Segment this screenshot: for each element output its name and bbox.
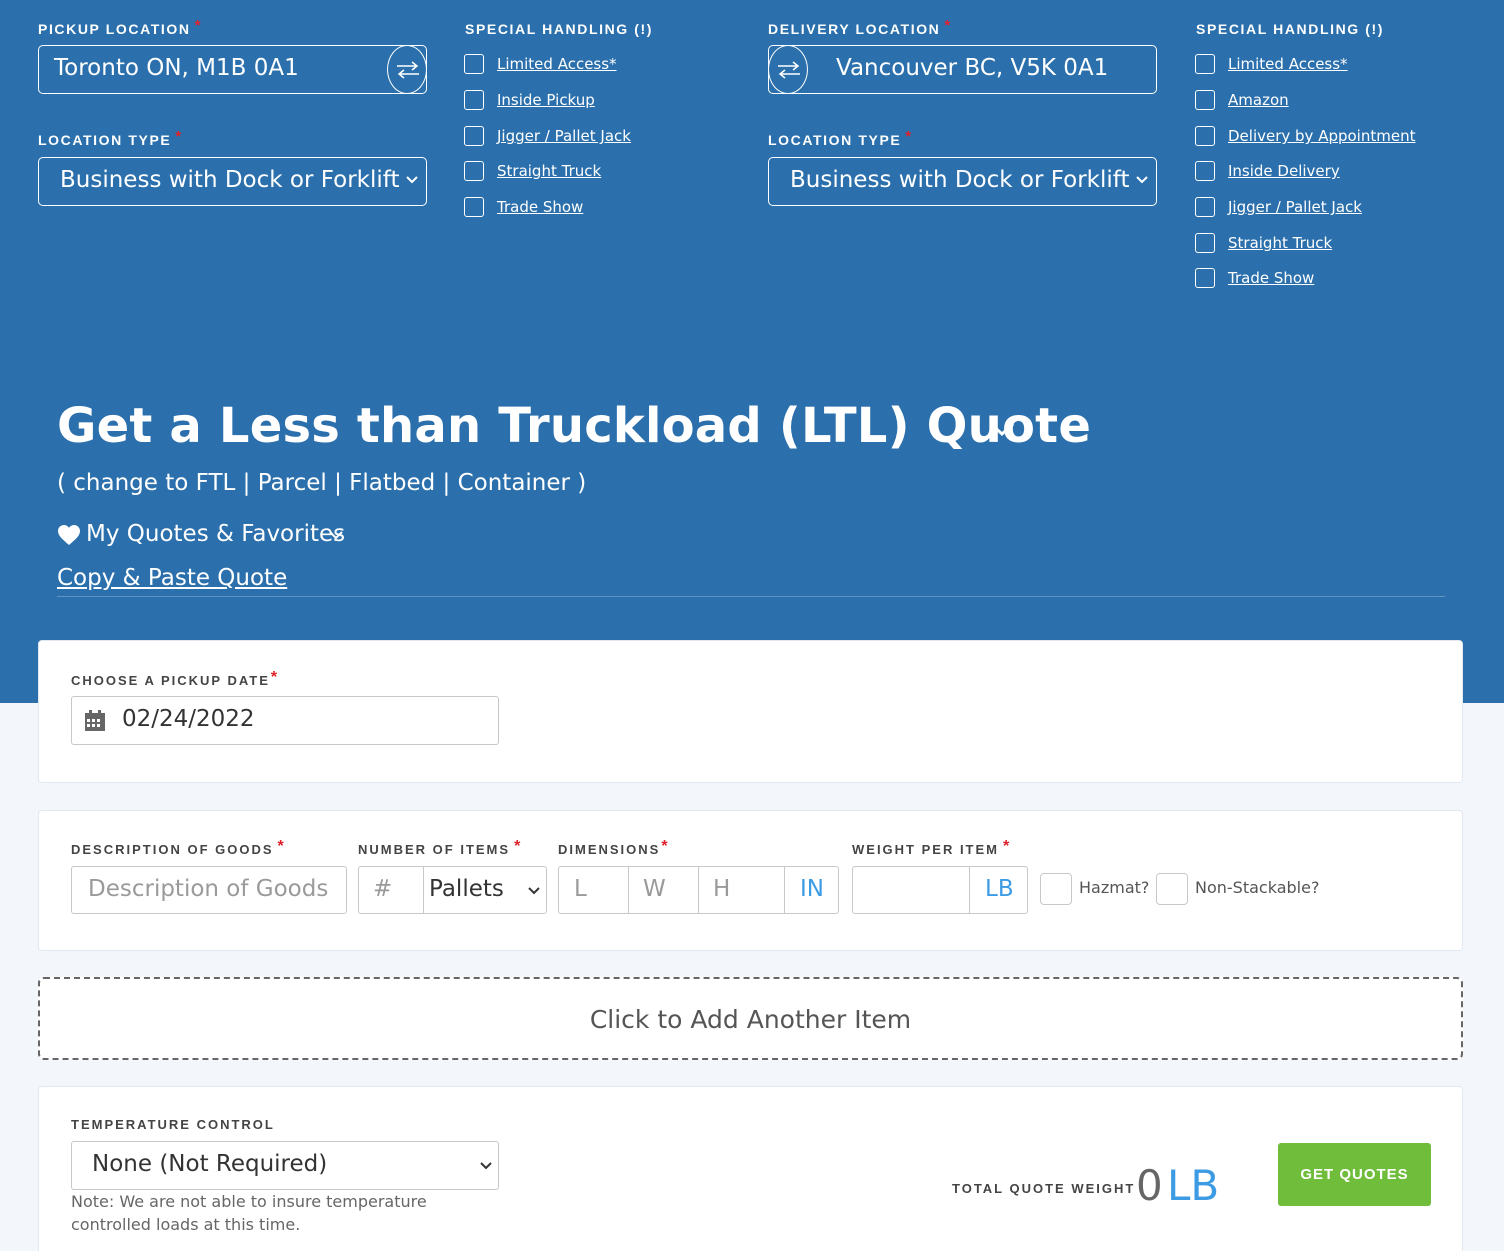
pickup-location-label: PICKUP LOCATION * xyxy=(38,17,203,37)
pickup-special-handling-label: SPECIAL HANDLING (!) xyxy=(465,21,654,37)
checkbox[interactable] xyxy=(1195,233,1215,253)
chevron-down-icon[interactable] xyxy=(329,530,343,540)
my-quotes-favorites-toggle[interactable]: My Quotes & Favorites xyxy=(86,521,345,547)
temperature-note: Note: We are not able to insure temperat… xyxy=(71,1192,427,1234)
chevron-down-icon xyxy=(406,176,418,184)
temperature-value: None (Not Required) xyxy=(92,1151,328,1177)
checkbox[interactable] xyxy=(1195,54,1215,74)
delivery-location-value: Vancouver BC, V5K 0A1 xyxy=(836,55,1109,81)
height-input[interactable]: H xyxy=(713,876,730,902)
checkbox[interactable] xyxy=(464,54,484,74)
pickup-location-type-label: LOCATION TYPE * xyxy=(38,128,183,148)
swap-locations-button[interactable] xyxy=(768,45,808,94)
delivery-location-type-label: LOCATION TYPE * xyxy=(768,128,913,148)
checkbox[interactable] xyxy=(464,126,484,146)
swap-arrows-icon xyxy=(778,61,800,79)
divider xyxy=(57,596,1445,597)
weight-label: WEIGHT PER ITEM * xyxy=(852,838,1012,857)
checkbox[interactable] xyxy=(1195,197,1215,217)
total-weight-value: 0 xyxy=(1136,1161,1163,1210)
temperature-card: TEMPERATURE CONTROL None (Not Required) … xyxy=(38,1086,1463,1251)
checkbox[interactable] xyxy=(464,161,484,181)
copy-paste-quote-link[interactable]: Copy & Paste Quote xyxy=(57,565,287,591)
dimensions-group: L W H IN xyxy=(558,866,839,914)
dimension-unit-toggle[interactable]: IN xyxy=(800,876,824,902)
checkbox[interactable] xyxy=(1195,126,1215,146)
width-input[interactable]: W xyxy=(643,876,666,902)
temperature-select[interactable]: None (Not Required) xyxy=(71,1141,499,1190)
description-input[interactable]: Description of Goods xyxy=(71,866,347,914)
non-stackable-checkbox[interactable] xyxy=(1156,873,1188,905)
calendar-icon xyxy=(85,710,105,731)
total-weight-label: TOTAL QUOTE WEIGHT xyxy=(952,1181,1136,1196)
temperature-label: TEMPERATURE CONTROL xyxy=(71,1117,275,1132)
delivery-location-type-select[interactable]: Business with Dock or Forklift xyxy=(768,157,1157,206)
delivery-special-handling-label: SPECIAL HANDLING (!) xyxy=(1196,21,1385,37)
checkbox[interactable] xyxy=(1195,268,1215,288)
pickup-location-type-select[interactable]: Business with Dock or Forklift xyxy=(38,157,427,206)
dimensions-label: DIMENSIONS* xyxy=(558,838,670,857)
checkbox[interactable] xyxy=(1195,90,1215,110)
chevron-down-icon xyxy=(528,887,540,895)
non-stackable-label: Non-Stackable? xyxy=(1195,878,1320,897)
pickup-date-input[interactable]: 02/24/2022 xyxy=(71,696,499,745)
item-card: DESCRIPTION OF GOODS * Description of Goo… xyxy=(38,810,1463,951)
hero-section: PICKUP LOCATION * Toronto ON, M1B 0A1 LOC… xyxy=(0,0,1504,703)
swap-arrows-icon xyxy=(397,61,419,79)
checkbox[interactable] xyxy=(1195,161,1215,181)
number-of-items-label: NUMBER OF ITEMS * xyxy=(358,838,523,857)
delivery-location-input[interactable]: Vancouver BC, V5K 0A1 xyxy=(768,45,1157,94)
add-another-item-button[interactable]: Click to Add Another Item xyxy=(38,977,1463,1060)
number-of-items-input[interactable]: # xyxy=(373,876,392,902)
checkbox[interactable] xyxy=(464,90,484,110)
page-title: Get a Less than Truckload (LTL) Quote xyxy=(57,398,1092,454)
change-quote-type-links[interactable]: ( change to FTL | Parcel | Flatbed | Con… xyxy=(57,470,586,496)
pickup-location-value: Toronto ON, M1B 0A1 xyxy=(54,55,299,81)
chevron-down-icon[interactable] xyxy=(989,420,1015,438)
pickup-date-label: CHOOSE A PICKUP DATE* xyxy=(71,669,280,688)
pickup-location-input[interactable]: Toronto ON, M1B 0A1 xyxy=(38,45,427,94)
checkbox[interactable] xyxy=(464,197,484,217)
chevron-down-icon xyxy=(480,1162,492,1170)
hazmat-label: Hazmat? xyxy=(1079,878,1150,897)
pickup-date-card: CHOOSE A PICKUP DATE* 02/24/2022 xyxy=(38,640,1463,783)
swap-locations-button[interactable] xyxy=(387,45,427,94)
delivery-location-label: DELIVERY LOCATION * xyxy=(768,17,952,37)
chevron-down-icon xyxy=(1136,176,1148,184)
description-label: DESCRIPTION OF GOODS * xyxy=(71,838,286,857)
pickup-location-type-value: Business with Dock or Forklift xyxy=(60,167,400,193)
total-weight-unit: LB xyxy=(1167,1161,1220,1210)
get-quotes-button[interactable]: GET QUOTES xyxy=(1278,1143,1431,1206)
pickup-date-value: 02/24/2022 xyxy=(122,706,255,732)
heart-icon xyxy=(58,525,80,545)
delivery-location-type-value: Business with Dock or Forklift xyxy=(790,167,1130,193)
weight-unit-toggle[interactable]: LB xyxy=(985,876,1014,902)
hazmat-checkbox[interactable] xyxy=(1040,873,1072,905)
weight-group: LB xyxy=(852,866,1028,914)
number-of-items-group: # Pallets xyxy=(358,866,547,914)
unit-type-select[interactable]: Pallets xyxy=(429,876,504,902)
length-input[interactable]: L xyxy=(574,876,587,902)
